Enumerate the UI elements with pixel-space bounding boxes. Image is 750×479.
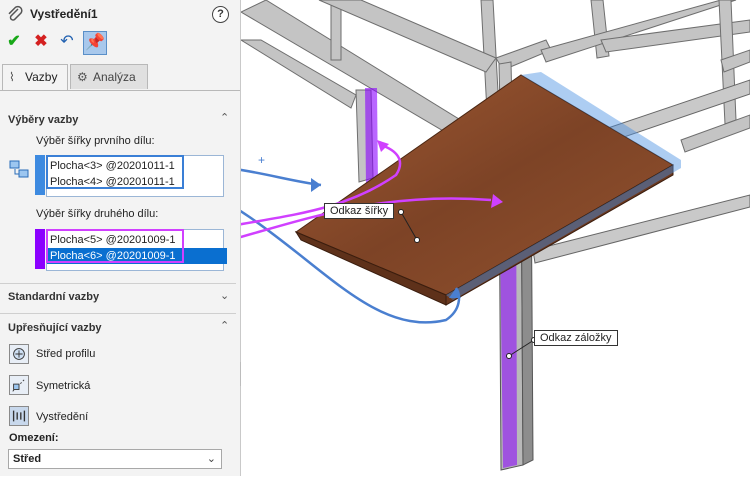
option-width[interactable]: Vystředění — [36, 411, 88, 423]
tab-analyza[interactable]: ⚙ Analýza — [70, 64, 148, 89]
constraint-value: Střed — [13, 453, 42, 465]
section-refining-title[interactable]: Upřesňující vazby — [8, 322, 102, 334]
cancel-icon[interactable]: ✖ — [31, 32, 51, 52]
paperclip-icon: ⌇ — [9, 70, 15, 84]
model-view: + — [182, 0, 750, 471]
origin-plus-icon: + — [258, 153, 265, 167]
selection-icon — [9, 160, 29, 178]
undo-icon[interactable]: ↶ — [57, 32, 77, 52]
divider — [0, 313, 236, 314]
help-icon[interactable]: ? — [212, 6, 229, 23]
second-part-label: Výběr šířky druhého dílu: — [36, 208, 159, 220]
chevron-down-icon: ⌄ — [206, 453, 216, 465]
option-symmetric[interactable]: Symetrická — [36, 380, 90, 392]
pin-icon[interactable]: 📌 — [83, 31, 107, 55]
tab-strip: ⌇ Vazby ⚙ Analýza — [0, 64, 240, 91]
second-selection-color-bar — [35, 229, 45, 269]
constraint-select[interactable]: Střed ⌄ — [8, 449, 222, 469]
chevron-down-icon[interactable]: ⌄ — [220, 289, 229, 302]
gear-icon: ⚙ — [77, 70, 88, 84]
first-part-label: Výběr šířky prvního dílu: — [36, 135, 155, 147]
ok-icon[interactable]: ✔ — [4, 32, 24, 52]
width-mate-icon[interactable] — [9, 406, 29, 426]
back-post-highlight — [365, 88, 378, 188]
paperclip-icon — [8, 5, 23, 21]
section-standard-title[interactable]: Standardní vazby — [8, 291, 99, 303]
tab-label: Vazby — [25, 70, 58, 84]
panel-title: Vystředění1 — [30, 7, 98, 21]
tab-label: Analýza — [93, 70, 136, 84]
first-selection-highlight — [46, 155, 184, 189]
section-mate-selections-title[interactable]: Výběry vazby — [8, 114, 78, 126]
callout-tab-reference[interactable]: Odkaz záložky — [534, 330, 618, 346]
chevron-up-icon[interactable]: ⌃ — [220, 111, 229, 124]
tab-vazby[interactable]: ⌇ Vazby — [2, 64, 68, 90]
symmetric-icon[interactable] — [9, 375, 29, 395]
callout-width-reference[interactable]: Odkaz šířky — [324, 203, 395, 219]
constraint-label: Omezení: — [9, 432, 59, 444]
option-profile-center[interactable]: Střed profilu — [36, 348, 95, 360]
first-selection-color-bar — [35, 155, 45, 195]
divider — [0, 283, 236, 284]
profile-center-icon[interactable] — [9, 344, 29, 364]
property-manager: Vystředění1 ? ✔ ✖ ↶ 📌 ⌇ Vazby ⚙ Analýza Vý… — [0, 0, 241, 476]
graphics-viewport[interactable]: + Odkaz šířky Odkaz záložky — [182, 0, 750, 476]
chevron-up-icon[interactable]: ⌃ — [220, 319, 229, 332]
wood-board — [294, 72, 681, 306]
second-selection-highlight — [46, 229, 184, 263]
